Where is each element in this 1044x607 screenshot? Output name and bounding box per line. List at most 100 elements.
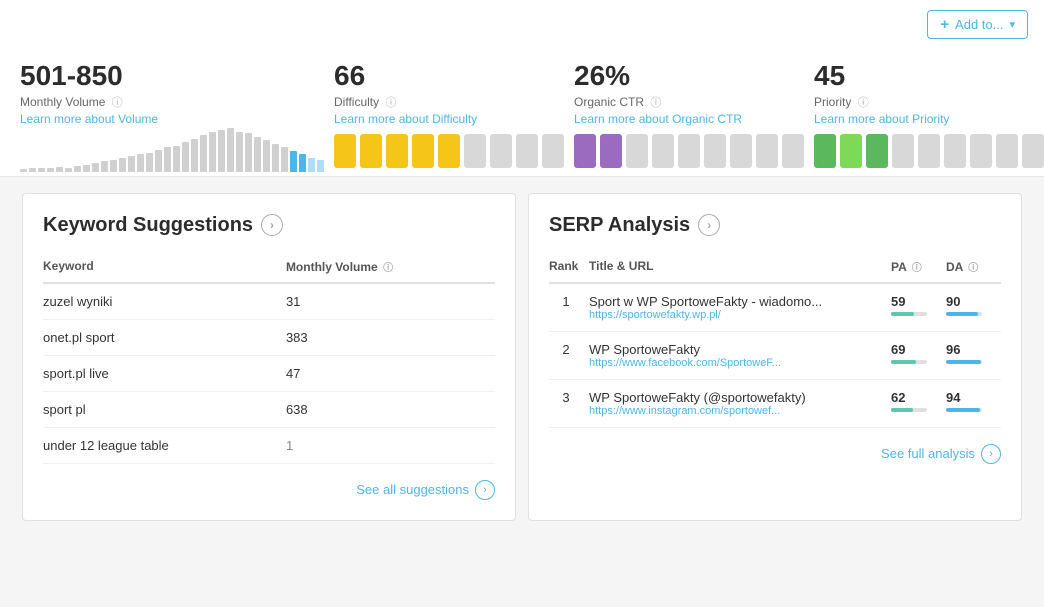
volume-info-icon[interactable]: ⓘ [112, 97, 123, 109]
da-score: 94 [946, 390, 995, 405]
serp-col-da: DA ⓘ [946, 253, 1001, 283]
ctr-chart [574, 126, 804, 176]
priority-block [970, 134, 992, 168]
serp-url-text[interactable]: https://www.facebook.com/SportoweF... [589, 357, 885, 369]
serp-col-pa: PA ⓘ [891, 253, 946, 283]
volume-bar [155, 150, 162, 172]
difficulty-block [438, 134, 460, 168]
kw-volume-cell: 1 [286, 427, 495, 463]
volume-bar [200, 135, 207, 172]
metric-volume: 501-850 Monthly Volume ⓘ Learn more abou… [20, 61, 334, 176]
priority-value: 45 [814, 61, 1044, 92]
volume-bar [218, 130, 225, 172]
priority-block [918, 134, 940, 168]
kw-volume-cell: 31 [286, 283, 495, 320]
volume-bar [164, 147, 171, 172]
table-row: sport.pl live47 [43, 355, 495, 391]
organic-ctr-label: Organic CTR ⓘ [574, 94, 804, 110]
serp-title-cell: WP SportoweFaktyhttps://www.facebook.com… [589, 331, 891, 379]
volume-bar [317, 160, 324, 172]
organic-ctr-learn-more-link[interactable]: Learn more about Organic CTR [574, 112, 804, 126]
ctr-block [756, 134, 778, 168]
serp-title-text: Sport w WP SportoweFakty - wiadomo... [589, 294, 885, 309]
volume-bar [209, 132, 216, 172]
serp-expand-icon[interactable]: › [698, 214, 720, 236]
volume-bar [20, 169, 27, 172]
volume-bar [245, 133, 252, 172]
volume-bar [146, 153, 153, 172]
da-score: 90 [946, 294, 995, 309]
table-row: 1Sport w WP SportoweFakty - wiadomo...ht… [549, 283, 1001, 332]
volume-bar [263, 140, 270, 172]
keyword-suggestions-title: Keyword Suggestions › [43, 214, 495, 237]
see-all-arrow-icon: › [475, 480, 495, 500]
see-full-analysis-link[interactable]: See full analysis › [549, 444, 1001, 464]
serp-analysis-card: SERP Analysis › Rank Title & URL PA ⓘ [528, 193, 1022, 521]
top-bar: + Add to... ▾ [0, 0, 1044, 45]
volume-bar [47, 168, 54, 172]
difficulty-chart [334, 126, 564, 176]
serp-pa-cell: 62 [891, 379, 946, 427]
volume-bar [272, 144, 279, 172]
add-to-label: Add to... [955, 17, 1003, 32]
keyword-suggestions-expand-icon[interactable]: › [261, 214, 283, 236]
serp-table: Rank Title & URL PA ⓘ DA ⓘ 1Sport [549, 253, 1001, 428]
difficulty-block [334, 134, 356, 168]
volume-bar [92, 163, 99, 172]
pa-info-icon[interactable]: ⓘ [912, 263, 922, 274]
see-all-suggestions-link[interactable]: See all suggestions › [43, 480, 495, 500]
difficulty-learn-more-link[interactable]: Learn more about Difficulty [334, 112, 564, 126]
volume-bar [128, 156, 135, 172]
da-score: 96 [946, 342, 995, 357]
volume-bar [56, 167, 63, 172]
organic-ctr-value: 26% [574, 61, 804, 92]
serp-pa-cell: 69 [891, 331, 946, 379]
ctr-info-icon[interactable]: ⓘ [650, 97, 661, 109]
difficulty-block [490, 134, 512, 168]
kw-col-volume: Monthly Volume ⓘ [286, 253, 495, 283]
metric-difficulty: 66 Difficulty ⓘ Learn more about Difficu… [334, 61, 574, 176]
difficulty-block [412, 134, 434, 168]
serp-url-text[interactable]: https://sportowefakty.wp.pl/ [589, 309, 885, 321]
kw-volume-cell: 47 [286, 355, 495, 391]
add-to-button[interactable]: + Add to... ▾ [927, 10, 1028, 39]
da-info-icon[interactable]: ⓘ [968, 263, 978, 274]
ctr-block [782, 134, 804, 168]
serp-title-cell: WP SportoweFakty (@sportowefakty)https:/… [589, 379, 891, 427]
priority-info-icon[interactable]: ⓘ [858, 97, 869, 109]
difficulty-value: 66 [334, 61, 564, 92]
kw-keyword-cell: onet.pl sport [43, 319, 286, 355]
see-full-arrow-icon: › [981, 444, 1001, 464]
ctr-block [730, 134, 752, 168]
difficulty-block [542, 134, 564, 168]
priority-learn-more-link[interactable]: Learn more about Priority [814, 112, 1044, 126]
volume-bar [236, 132, 243, 172]
serp-da-cell: 90 [946, 283, 1001, 332]
volume-label: Monthly Volume ⓘ [20, 94, 324, 110]
ctr-block [626, 134, 648, 168]
serp-da-cell: 96 [946, 331, 1001, 379]
volume-learn-more-link[interactable]: Learn more about Volume [20, 112, 324, 126]
serp-pa-cell: 59 [891, 283, 946, 332]
keyword-table: Keyword Monthly Volume ⓘ zuzel wyniki31o… [43, 253, 495, 464]
ctr-block [652, 134, 674, 168]
serp-rank-cell: 1 [549, 283, 589, 332]
serp-url-text[interactable]: https://www.instagram.com/sportowef... [589, 405, 885, 417]
difficulty-info-icon[interactable]: ⓘ [385, 97, 396, 109]
kw-volume-cell: 383 [286, 319, 495, 355]
pa-score: 62 [891, 390, 940, 405]
keyword-suggestions-card: Keyword Suggestions › Keyword Monthly Vo… [22, 193, 516, 521]
table-row: under 12 league table1 [43, 427, 495, 463]
volume-bar [191, 139, 198, 172]
serp-title-cell: Sport w WP SportoweFakty - wiadomo...htt… [589, 283, 891, 332]
serp-rank-cell: 2 [549, 331, 589, 379]
volume-bar [38, 168, 45, 172]
volume-bar [65, 168, 72, 172]
volume-bar [29, 168, 36, 172]
volume-value: 501-850 [20, 61, 324, 92]
table-row: sport pl638 [43, 391, 495, 427]
priority-block [866, 134, 888, 168]
kw-keyword-cell: sport pl [43, 391, 286, 427]
table-row: zuzel wyniki31 [43, 283, 495, 320]
kw-volume-info-icon[interactable]: ⓘ [383, 263, 393, 274]
